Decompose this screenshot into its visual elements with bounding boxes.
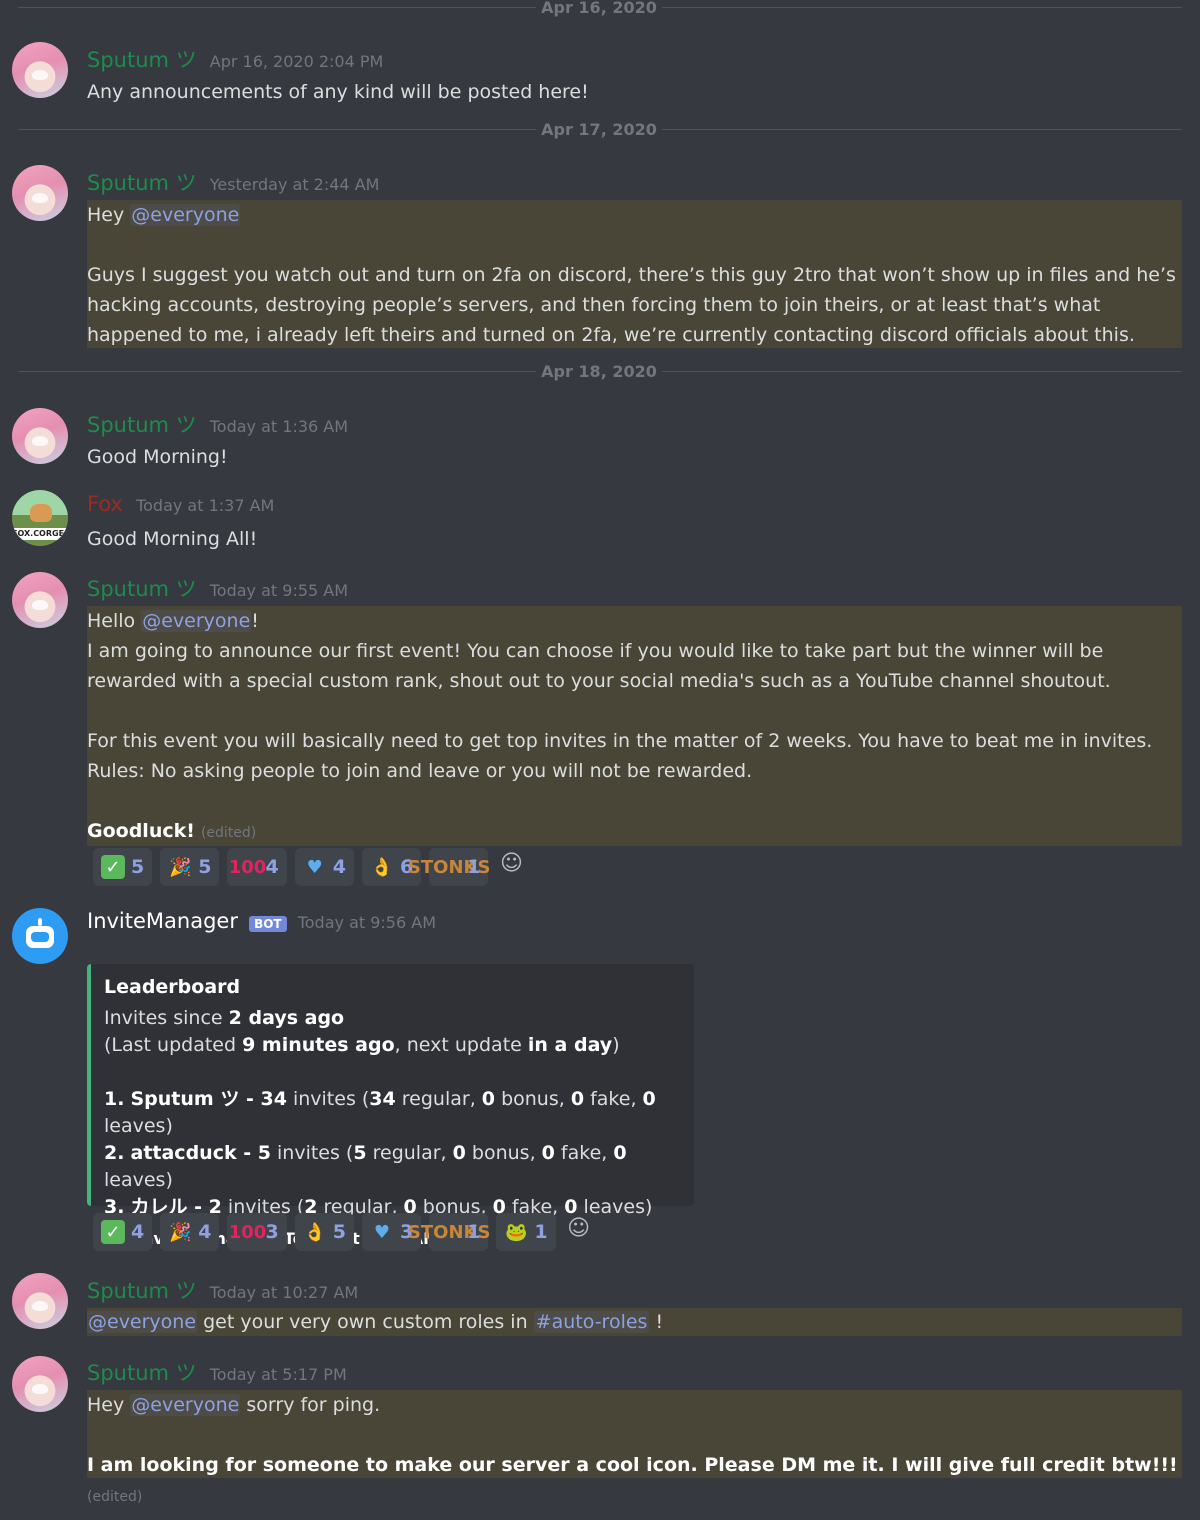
message-content: Good Morning All! (87, 528, 258, 550)
message-header: Fox Today at 1:37 AM (87, 492, 274, 516)
username[interactable]: Sputum ツ (87, 413, 197, 437)
frog-icon: 🐸 (505, 1221, 528, 1243)
message-header: Sputum ツ Yesterday at 2:44 AM (87, 167, 379, 197)
edited-label: (edited) (200, 825, 257, 841)
reactions-bar: ✓ 4 🎉 4 100 3 👌 5 ♥ 3 STONKS 1 🐸 1 ☺ (93, 1213, 594, 1251)
timestamp: Today at 1:36 AM (209, 417, 349, 436)
avatar[interactable] (12, 1356, 68, 1412)
username[interactable]: Fox (87, 492, 123, 516)
message-content: Any announcements of any kind will be po… (87, 81, 589, 103)
reaction[interactable]: 🎉 4 (160, 1213, 220, 1251)
robot-icon (31, 932, 49, 942)
message-content: Hey @everyone Guys I suggest you watch o… (87, 204, 1176, 346)
stonks-icon: STONKS (407, 1221, 491, 1243)
username[interactable]: InviteManager (87, 909, 238, 933)
timestamp: Today at 5:17 PM (209, 1365, 347, 1384)
mention[interactable]: @everyone (141, 610, 252, 632)
leaderboard-row: 1. Sputum ツ - 34 invites (34 regular, 0 … (104, 1088, 656, 1137)
reaction[interactable]: STONKS 1 (407, 848, 491, 886)
avatar[interactable] (12, 42, 68, 98)
username[interactable]: Sputum ツ (87, 48, 197, 72)
date-divider: Apr 18, 2020 (18, 362, 1182, 382)
reaction[interactable]: 🎉 5 (160, 848, 220, 886)
reaction[interactable]: ✓ 5 (93, 848, 153, 886)
check-mark-icon: ✓ (101, 855, 125, 879)
ok-hand-icon: 👌 (303, 1221, 326, 1243)
timestamp: Today at 9:56 AM (297, 913, 436, 932)
party-popper-icon: 🎉 (169, 1221, 192, 1243)
bot-badge: BOT (249, 915, 287, 932)
add-reaction-icon[interactable]: ☺ (564, 1213, 594, 1243)
message-header: Sputum ツ Today at 10:27 AM (87, 1275, 358, 1305)
reaction[interactable]: 100 4 (227, 848, 287, 886)
avatar[interactable] (12, 1273, 68, 1329)
party-popper-icon: 🎉 (169, 856, 192, 878)
blue-heart-icon: ♥ (373, 1221, 390, 1243)
date-divider: Apr 17, 2020 (18, 120, 1182, 140)
check-mark-icon: ✓ (101, 1220, 125, 1244)
avatar[interactable]: FOX.CORGEON (12, 490, 68, 546)
reaction[interactable]: ♥ 4 (294, 848, 354, 886)
channel-link[interactable]: #auto-roles (533, 1311, 650, 1333)
stonks-icon: STONKS (407, 856, 491, 878)
hundred-points-icon: 100 (228, 1221, 267, 1243)
timestamp: Today at 1:37 AM (136, 496, 275, 515)
mention[interactable]: @everyone (130, 204, 241, 226)
message-content: Hey @everyone sorry for ping. I am looki… (87, 1394, 1178, 1505)
message-header: Sputum ツ Today at 1:36 AM (87, 409, 348, 439)
reaction[interactable]: ✓ 4 (93, 1213, 153, 1251)
message-header: Sputum ツ Apr 16, 2020 2:04 PM (87, 44, 383, 74)
reaction[interactable]: 100 3 (227, 1213, 287, 1251)
reaction[interactable]: STONKS 1 (407, 1213, 491, 1251)
timestamp: Yesterday at 2:44 AM (209, 175, 380, 194)
username[interactable]: Sputum ツ (87, 1361, 197, 1385)
message-header: Sputum ツ Today at 9:55 AM (87, 573, 348, 603)
message-content: Good Morning! (87, 446, 228, 468)
add-reaction-icon[interactable]: ☺ (496, 848, 526, 878)
username[interactable]: Sputum ツ (87, 171, 197, 195)
edited-label: (edited) (87, 1489, 143, 1505)
message-content: @everyone get your very own custom roles… (87, 1311, 664, 1333)
ok-hand-icon: 👌 (370, 856, 394, 878)
timestamp: Today at 9:55 AM (209, 581, 349, 600)
mention[interactable]: @everyone (130, 1394, 241, 1416)
username[interactable]: Sputum ツ (87, 577, 197, 601)
timestamp: Today at 10:27 AM (209, 1283, 359, 1302)
reaction[interactable]: 👌 5 (294, 1213, 354, 1251)
hundred-points-icon: 100 (228, 856, 267, 878)
message-header: Sputum ツ Today at 5:17 PM (87, 1357, 347, 1387)
avatar[interactable] (12, 408, 68, 464)
blue-heart-icon: ♥ (306, 856, 323, 878)
avatar[interactable] (12, 908, 68, 964)
reactions-bar: ✓ 5 🎉 5 100 4 ♥ 4 👌 6 STONKS 1 ☺ (93, 848, 526, 886)
avatar[interactable] (12, 165, 68, 221)
leaderboard-row: 2. attacduck - 5 invites (5 regular, 0 b… (104, 1142, 627, 1191)
avatar[interactable] (12, 572, 68, 628)
embed-title: Leaderboard (104, 976, 241, 998)
username[interactable]: Sputum ツ (87, 1279, 197, 1303)
date-divider: Apr 16, 2020 (18, 0, 1182, 18)
dog-image (30, 504, 52, 522)
message-header: InviteManager BOT Today at 9:56 AM (87, 909, 436, 933)
leaderboard-embed: Leaderboard Invites since 2 days ago (La… (87, 964, 694, 1250)
mention[interactable]: @everyone (87, 1311, 198, 1333)
timestamp: Apr 16, 2020 2:04 PM (209, 52, 384, 71)
message-content: Hello @everyone! I am going to announce … (87, 610, 1153, 842)
reaction[interactable]: 🐸 1 (496, 1213, 556, 1251)
